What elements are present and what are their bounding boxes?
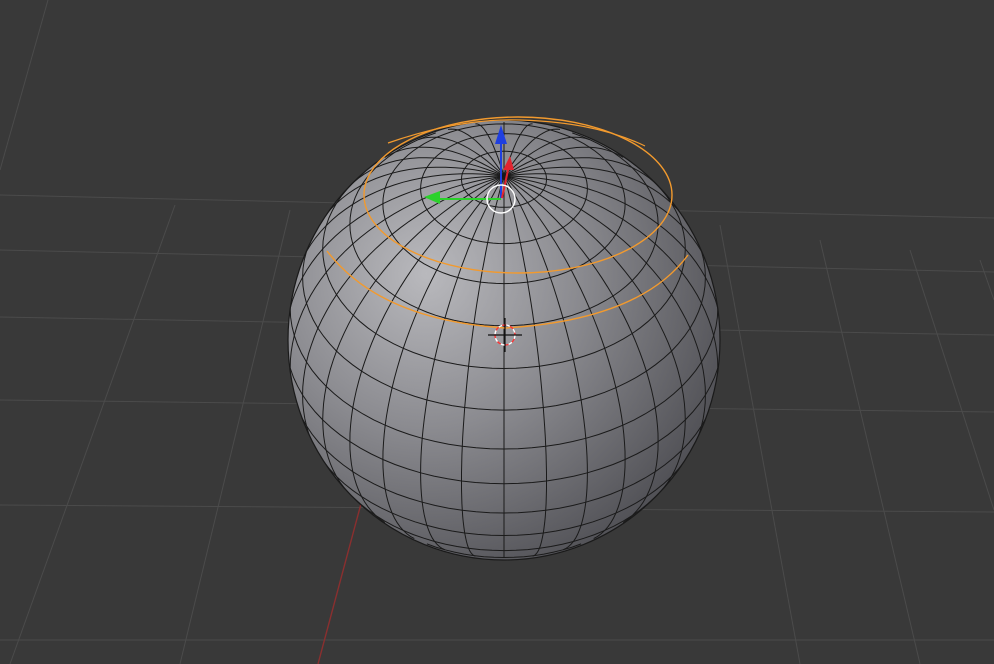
3d-viewport[interactable]: [0, 0, 994, 664]
